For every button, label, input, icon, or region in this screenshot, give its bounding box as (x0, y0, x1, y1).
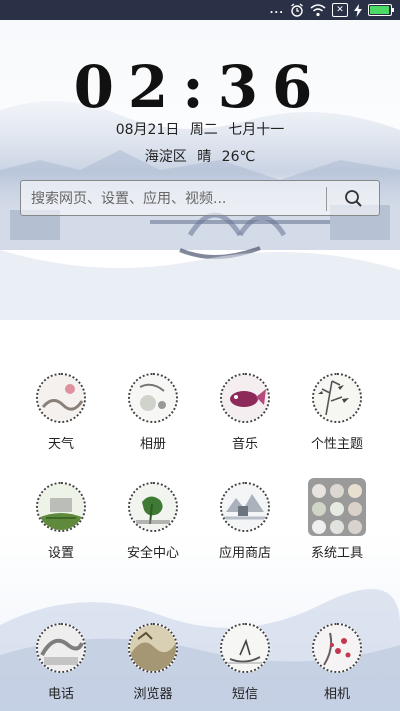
battery-level (370, 6, 389, 14)
app-label: 相册 (139, 437, 166, 452)
date: 08月21日 (115, 122, 180, 138)
charging-icon (354, 3, 362, 17)
status-icons: ... ✕ (269, 2, 394, 18)
temperature: 26℃ (221, 149, 256, 165)
folder-icon (308, 478, 366, 536)
app-store-icon (220, 482, 270, 532)
music-icon (220, 373, 270, 423)
lunar-date: 七月十一 (228, 122, 285, 138)
search-divider (326, 187, 327, 211)
notification-dots: ... (269, 4, 284, 16)
search-icon[interactable] (339, 185, 369, 213)
app-label: 安全中心 (126, 546, 179, 561)
themes-icon (312, 373, 362, 423)
app-label: 天气 (47, 437, 74, 452)
search-bar[interactable] (20, 180, 380, 216)
app-system-tools-folder[interactable]: 系统工具 (291, 478, 383, 561)
alarm-icon (291, 3, 303, 17)
weather-line[interactable]: 海淀区 晴 26℃ (0, 146, 400, 166)
messages-icon (220, 623, 270, 673)
date-line: 08月21日 周二 七月十一 (0, 119, 400, 139)
app-label: 系统工具 (310, 546, 363, 561)
dock-messages[interactable]: 短信 (199, 623, 291, 702)
app-label: 音乐 (231, 437, 258, 452)
app-store[interactable]: 应用商店 (199, 482, 291, 561)
app-settings[interactable]: 设置 (15, 482, 107, 561)
wifi-icon (310, 3, 326, 16)
app-music[interactable]: 音乐 (199, 373, 291, 452)
location: 海淀区 (144, 149, 187, 165)
status-bar: ... ✕ (0, 0, 400, 20)
search-input[interactable] (29, 187, 323, 211)
dock-browser[interactable]: 浏览器 (107, 623, 199, 702)
lockscreen-clock: 02:36 (73, 53, 327, 121)
weather-icon (36, 373, 86, 423)
security-icon (128, 482, 178, 532)
app-themes[interactable]: 个性主题 (291, 373, 383, 452)
app-label: 电话 (47, 687, 74, 702)
app-label: 相机 (323, 687, 350, 702)
dock-phone[interactable]: 电话 (15, 623, 107, 702)
weather-condition: 晴 (197, 149, 212, 165)
app-label: 设置 (47, 546, 74, 561)
phone-icon (36, 623, 86, 673)
sim-icon: ✕ (332, 3, 348, 17)
battery-icon (368, 4, 394, 16)
browser-icon (128, 623, 178, 673)
app-label: 个性主题 (310, 437, 363, 452)
app-gallery[interactable]: 相册 (107, 373, 199, 452)
app-security[interactable]: 安全中心 (107, 482, 199, 561)
weekday: 周二 (189, 122, 218, 138)
camera-icon (312, 623, 362, 673)
app-weather[interactable]: 天气 (15, 373, 107, 452)
gallery-icon (128, 373, 178, 423)
settings-icon (36, 482, 86, 532)
app-label: 短信 (231, 687, 258, 702)
dock-camera[interactable]: 相机 (291, 623, 383, 702)
app-label: 应用商店 (218, 546, 271, 561)
app-label: 浏览器 (133, 687, 173, 702)
